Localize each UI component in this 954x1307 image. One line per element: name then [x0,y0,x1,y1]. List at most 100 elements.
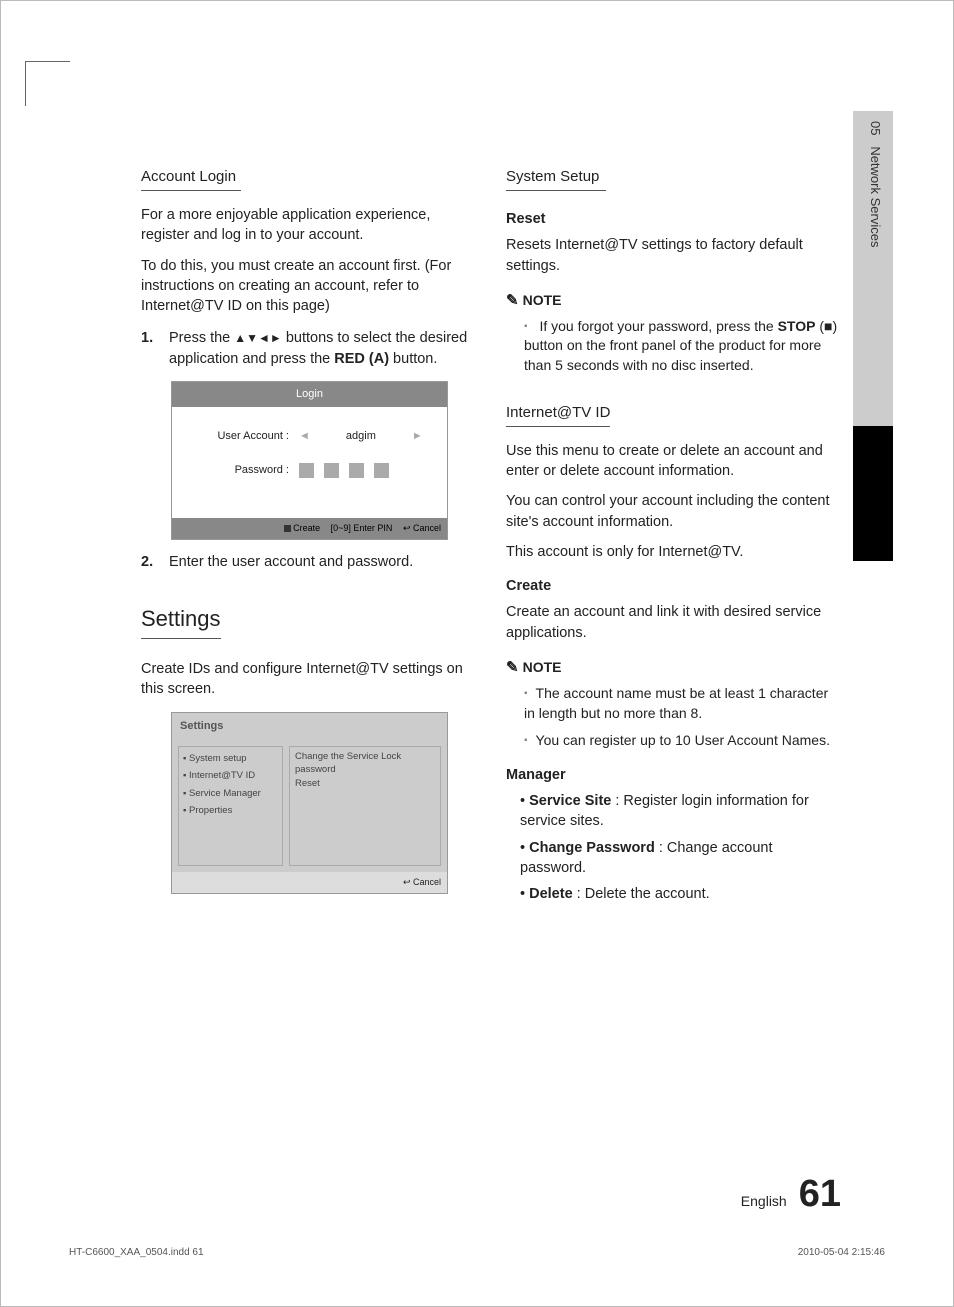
manager-text: : Delete the account. [573,886,710,902]
user-account-text: adgim [316,429,406,444]
chevron-left-icon[interactable]: ◄ [299,429,310,444]
crop-mark [25,61,70,106]
note1-post: button on the front panel of the product… [524,337,821,373]
settings-footer-cancel[interactable]: ↩ Cancel [403,877,441,887]
chevron-right-icon[interactable]: ► [412,429,423,444]
settings-dialog-body: ▪ System setup ▪ Internet@TV ID ▪ Servic… [172,740,447,872]
para-itv-2: You can control your account including t… [506,491,841,532]
left-column: Account Login For a more enjoyable appli… [141,166,476,911]
footer-create[interactable]: Create [284,523,320,533]
user-account-row: User Account : ◄ adgim ► [184,429,435,444]
heading-system-setup: System Setup [506,166,606,191]
pin-cell[interactable] [324,463,339,478]
settings-main-line2[interactable]: Reset [295,777,435,790]
para-create: Create an account and link it with desir… [506,602,841,643]
subhead-reset: Reset [506,209,841,229]
step-1-post: button. [389,351,437,367]
arrow-icons: ▲▼◄► [234,331,282,345]
para-settings: Create IDs and configure Internet@TV set… [141,659,476,700]
note-item: You can register up to 10 User Account N… [524,731,841,751]
nav-item-label: Service Manager [189,788,261,799]
step-1: 1. Press the ▲▼◄► buttons to select the … [141,328,476,369]
chapter-number: 05 [868,121,883,135]
pin-cell[interactable] [374,463,389,478]
settings-dialog-footer: ↩ Cancel [172,872,447,893]
nav-item-label: Internet@TV ID [189,770,255,781]
nav-item-label: System setup [189,753,247,764]
note-list-1: If you forgot your password, press the S… [506,317,841,376]
page-footer: English 61 [741,1173,841,1216]
red-a-label: RED (A) [334,351,389,367]
page-number: 61 [799,1173,841,1216]
manager-item: Delete : Delete the account. [520,884,841,904]
note-heading-2: NOTE [506,657,841,678]
step-1-pre: Press the [169,330,234,346]
content-columns: Account Login For a more enjoyable appli… [141,166,841,911]
note-item: If you forgot your password, press the S… [524,317,841,376]
para-account-2: To do this, you must create an account f… [141,256,476,317]
nav-item-label: Properties [189,805,232,816]
footer-cancel-label: Cancel [413,523,441,533]
subhead-create: Create [506,576,841,596]
stop-icon: ■ [824,318,832,334]
manager-item: Change Password : Change account passwor… [520,838,841,879]
page: 05 Network Services Account Login For a … [0,0,954,1307]
password-row: Password : [184,463,435,478]
step-number: 2. [141,552,159,572]
steps-list: 1. Press the ▲▼◄► buttons to select the … [141,328,476,369]
chapter-tab-text: 05 Network Services [868,121,883,247]
nav-system-setup[interactable]: ▪ System setup [183,750,278,767]
heading-account-login: Account Login [141,166,241,191]
step-1-text: Press the ▲▼◄► buttons to select the des… [169,328,476,369]
login-dialog-title: Login [172,382,447,407]
note-list-2: The account name must be at least 1 char… [506,684,841,751]
step-number: 1. [141,328,159,369]
settings-cancel-label: Cancel [413,877,441,887]
settings-nav: ▪ System setup ▪ Internet@TV ID ▪ Servic… [178,746,283,866]
note1-bold: STOP [778,318,816,334]
user-account-label: User Account : [184,429,299,444]
login-dialog-footer: Create [0~9] Enter PIN ↩ Cancel [172,518,447,539]
heading-internet-tv-id: Internet@TV ID [506,402,610,427]
step-2-text: Enter the user account and password. [169,552,413,572]
para-reset: Resets Internet@TV settings to factory d… [506,235,841,276]
para-account-1: For a more enjoyable application experie… [141,205,476,246]
para-itv-3: This account is only for Internet@TV. [506,542,841,562]
right-column: System Setup Reset Resets Internet@TV se… [506,166,841,911]
pin-cell[interactable] [299,463,314,478]
subhead-manager: Manager [506,765,841,785]
steps-list-2: 2. Enter the user account and password. [141,552,476,572]
footer-create-label: Create [293,523,320,533]
manager-bold: Change Password [529,840,655,856]
meta-filename: HT-C6600_XAA_0504.indd 61 [69,1247,204,1258]
settings-dialog-title: Settings [172,713,447,740]
para-itv-1: Use this menu to create or delete an acc… [506,441,841,482]
nav-internet-tv-id[interactable]: ▪ Internet@TV ID [183,767,278,784]
red-button-icon [284,525,291,532]
user-account-value: ◄ adgim ► [299,429,423,444]
note-heading: NOTE [506,290,841,311]
settings-main-line1: Change the Service Lock password [295,750,435,777]
login-dialog: Login User Account : ◄ adgim ► Password … [171,381,448,540]
login-dialog-body: User Account : ◄ adgim ► Password : [172,407,447,518]
footer-enter-pin: [0~9] Enter PIN [331,523,393,533]
settings-dialog: Settings ▪ System setup ▪ Internet@TV ID… [171,712,448,894]
settings-main-panel: Change the Service Lock password Reset [289,746,441,866]
password-label: Password : [184,463,299,478]
nav-service-manager[interactable]: ▪ Service Manager [183,785,278,802]
step-2: 2. Enter the user account and password. [141,552,476,572]
manager-bold: Delete [529,886,573,902]
meta-timestamp: 2010-05-04 2:15:46 [798,1247,885,1258]
manager-item: Service Site : Register login informatio… [520,791,841,832]
manager-list: Service Site : Register login informatio… [506,791,841,904]
password-cells[interactable] [299,463,393,478]
footer-cancel[interactable]: ↩ Cancel [403,523,441,533]
chapter-label: Network Services [868,146,883,247]
heading-settings: Settings [141,604,221,639]
note-item: The account name must be at least 1 char… [524,684,841,723]
footer-lang: English [741,1193,787,1209]
note1-pre: If you forgot your password, press the [539,318,777,334]
pin-cell[interactable] [349,463,364,478]
nav-properties[interactable]: ▪ Properties [183,802,278,819]
manager-bold: Service Site [529,793,611,809]
